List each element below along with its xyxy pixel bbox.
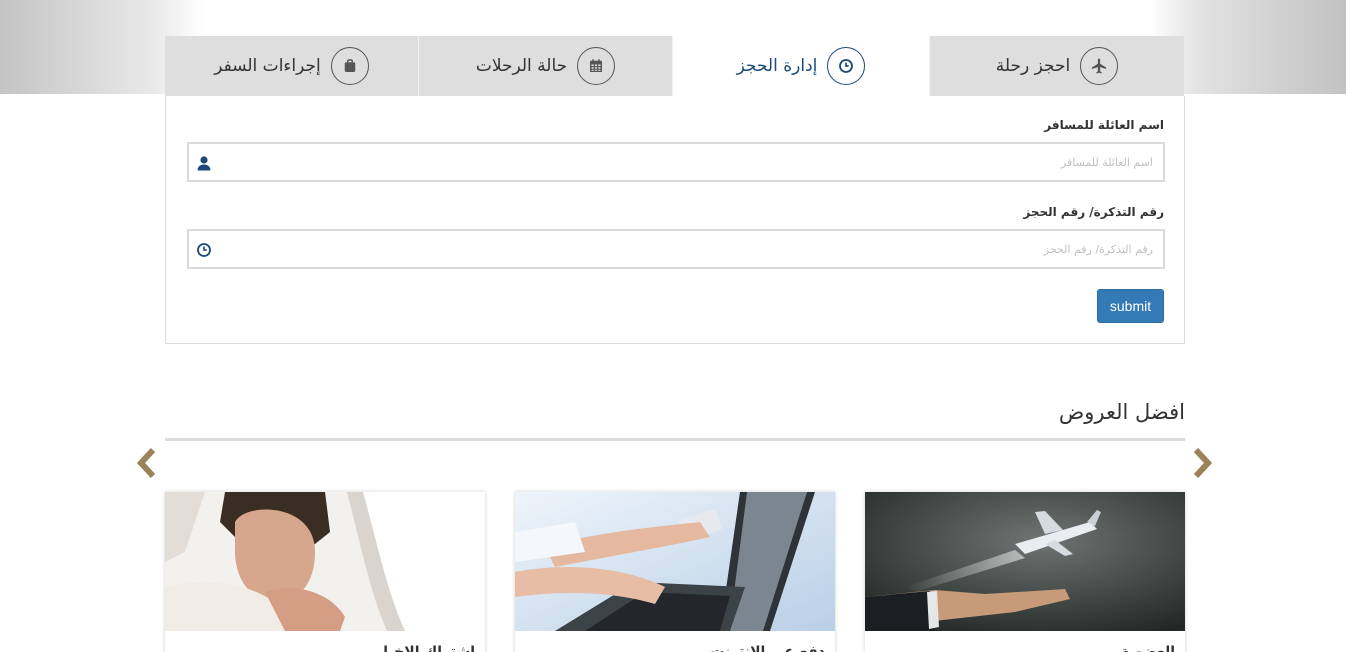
briefcase-icon <box>330 47 369 85</box>
tab-label: إجراءات السفر <box>214 56 321 76</box>
chevron-right-icon[interactable] <box>1189 447 1215 479</box>
calendar-icon <box>577 47 616 85</box>
clock-icon <box>196 242 212 258</box>
offer-card-online-payment[interactable]: دفع عبر الانترنت <box>515 492 835 652</box>
family-name-input[interactable] <box>189 144 1163 180</box>
tab-flight-status[interactable]: حالة الرحلات <box>419 36 673 96</box>
ticket-number-label: رقم التذكرة/ رقم الحجز <box>1023 205 1164 219</box>
tab-manage-booking[interactable]: إدارة الحجز <box>673 36 930 96</box>
ticket-number-field <box>187 229 1165 269</box>
manage-booking-form: اسم العائلة للمسافر رقم التذكرة/ رقم الح… <box>165 96 1185 344</box>
chevron-left-icon[interactable] <box>134 447 160 479</box>
tab-label: احجز رحلة <box>995 56 1071 76</box>
ticket-number-input[interactable] <box>189 231 1163 267</box>
offers-divider <box>165 438 1185 441</box>
laptop-payment-image <box>515 492 835 631</box>
booking-tabs: احجز رحلة إدارة الحجز حالة الرحلات إجراء… <box>165 36 1184 96</box>
plane-icon <box>1080 47 1119 85</box>
tab-book-flight[interactable]: احجز رحلة <box>930 36 1184 96</box>
offer-card-title: العضوية <box>1120 644 1175 652</box>
offer-card-title: دفع عبر الانترنت <box>710 644 825 652</box>
tab-label: إدارة الحجز <box>736 56 818 76</box>
family-name-label: اسم العائلة للمسافر <box>1044 118 1164 132</box>
page: احجز رحلة إدارة الحجز حالة الرحلات إجراء… <box>0 0 1346 652</box>
hand-holding-airplane-image <box>865 492 1185 631</box>
offer-card-title: اشتراك الاخبار <box>375 644 475 652</box>
user-icon <box>196 155 212 171</box>
offer-card-newsletter[interactable]: اشتراك الاخبار <box>165 492 485 652</box>
offers-title: افضل العروض <box>1058 400 1185 424</box>
tab-travel-procedures[interactable]: إجراءات السفر <box>165 36 419 96</box>
clock-icon <box>827 47 866 85</box>
offer-card-membership[interactable]: العضوية <box>865 492 1185 652</box>
submit-button[interactable]: submit <box>1097 289 1164 323</box>
man-airplane-window-image <box>165 492 485 631</box>
family-name-field <box>187 142 1165 182</box>
tab-label: حالة الرحلات <box>475 56 568 76</box>
